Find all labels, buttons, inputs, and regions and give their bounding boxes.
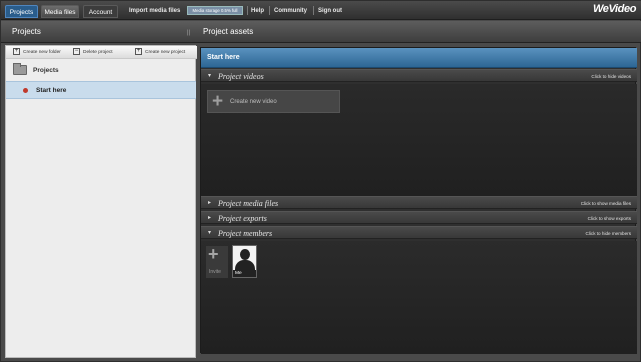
sign-out-link[interactable]: Sign out bbox=[318, 6, 342, 16]
top-navigation-bar: Projects Media files Account Import medi… bbox=[1, 1, 641, 20]
app-window: Projects Media files Account Import medi… bbox=[0, 0, 641, 362]
tab-projects[interactable]: Projects bbox=[5, 5, 38, 18]
user-silhouette-icon bbox=[240, 249, 250, 260]
project-dot-icon bbox=[23, 88, 28, 93]
create-project-button[interactable]: + Create new project bbox=[135, 48, 185, 57]
folder-icon bbox=[13, 63, 27, 75]
section-header-bar: Projects || Project assets bbox=[1, 21, 641, 43]
projects-heading: Projects bbox=[12, 27, 41, 36]
section-project-media-files[interactable]: ▸ Project media files Click to show medi… bbox=[201, 196, 637, 209]
divider bbox=[247, 6, 248, 15]
chevron-right-icon: ▸ bbox=[208, 200, 212, 206]
project-item-start-here[interactable]: Start here bbox=[6, 81, 196, 99]
divider bbox=[313, 6, 314, 15]
community-link[interactable]: Community bbox=[274, 6, 307, 16]
toggle-members-link[interactable]: Click to hide members bbox=[586, 229, 631, 238]
projects-panel: + Create new folder − Delete project + Crea… bbox=[5, 45, 197, 358]
tab-media-files[interactable]: Media files bbox=[41, 5, 79, 18]
delete-icon: − bbox=[73, 48, 80, 56]
member-name: Me bbox=[233, 270, 256, 277]
member-avatar[interactable]: Me bbox=[232, 245, 257, 278]
help-link[interactable]: Help bbox=[251, 6, 264, 16]
plus-icon: + bbox=[208, 244, 219, 264]
chevron-right-icon: ▸ bbox=[208, 215, 212, 221]
members-area: + Invite Me bbox=[201, 241, 637, 354]
section-title: Project videos bbox=[218, 72, 264, 81]
chevron-down-icon: ▾ bbox=[208, 73, 212, 79]
storage-indicator: Media storage 0.5% full bbox=[187, 6, 243, 15]
divider bbox=[269, 6, 270, 15]
invite-label: Invite bbox=[209, 269, 221, 275]
section-project-members[interactable]: ▾ Project members Click to hide members bbox=[201, 226, 637, 239]
new-project-icon: + bbox=[135, 48, 142, 56]
delete-project-button[interactable]: − Delete project bbox=[73, 48, 113, 57]
wevideo-logo: WeVideo bbox=[593, 3, 637, 15]
delete-project-label: Delete project bbox=[83, 50, 113, 55]
section-project-exports[interactable]: ▸ Project exports Click to show exports bbox=[201, 211, 637, 224]
project-item-label: Start here bbox=[36, 87, 67, 94]
create-project-label: Create new project bbox=[145, 50, 186, 55]
section-title: Project members bbox=[218, 229, 273, 238]
section-title: Project media files bbox=[218, 199, 279, 208]
section-title: Project exports bbox=[218, 214, 267, 223]
create-folder-label: Create new folder bbox=[23, 50, 61, 55]
create-video-label: Create new video bbox=[230, 99, 277, 105]
project-title: Start here bbox=[207, 54, 240, 61]
panel-resize-handle[interactable]: || bbox=[187, 29, 193, 37]
create-folder-button[interactable]: + Create new folder bbox=[13, 48, 61, 57]
invite-member-button[interactable]: + Invite bbox=[206, 244, 228, 278]
chevron-down-icon: ▾ bbox=[208, 230, 212, 236]
new-folder-icon: + bbox=[13, 48, 20, 56]
videos-area: + Create new video bbox=[201, 84, 637, 196]
create-new-video-button[interactable]: + Create new video bbox=[207, 90, 340, 113]
project-header: Start here bbox=[201, 48, 637, 68]
plus-icon: + bbox=[212, 91, 224, 112]
tab-account[interactable]: Account bbox=[83, 5, 118, 18]
folder-label: Projects bbox=[33, 67, 59, 74]
project-toolbar: + Create new folder − Delete project + Crea… bbox=[6, 46, 197, 59]
projects-folder-row[interactable]: Projects bbox=[6, 62, 197, 78]
section-project-videos[interactable]: ▾ Project videos Click to hide videos bbox=[201, 69, 637, 82]
project-assets-heading: Project assets bbox=[203, 27, 254, 36]
toggle-videos-link[interactable]: Click to hide videos bbox=[591, 72, 631, 81]
toggle-exports-link[interactable]: Click to show exports bbox=[588, 214, 631, 223]
toggle-media-link[interactable]: Click to show media files bbox=[581, 199, 631, 208]
import-media-link[interactable]: Import media files bbox=[129, 6, 180, 16]
project-assets-panel: Start here ▾ Project videos Click to hid… bbox=[200, 47, 637, 354]
